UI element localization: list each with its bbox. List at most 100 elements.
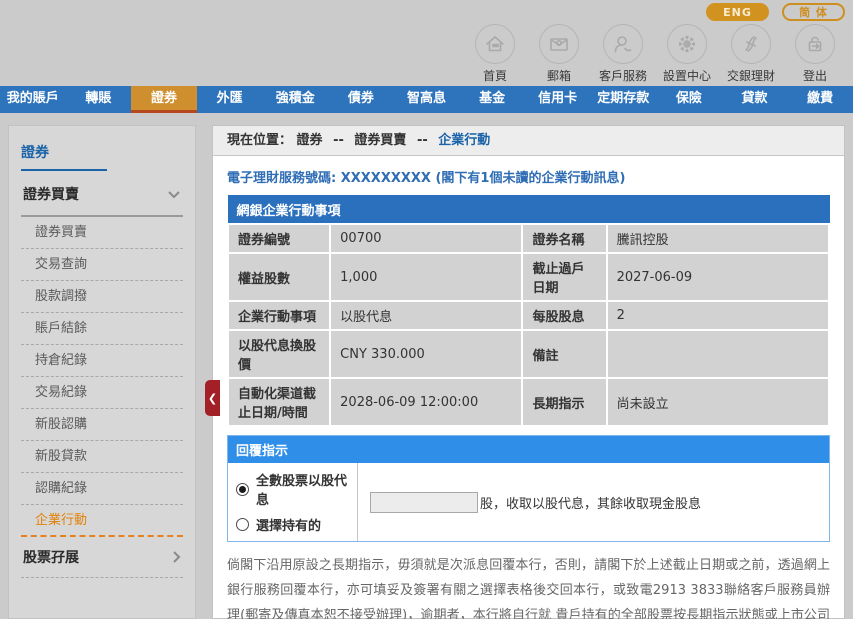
breadcrumb-separator: -- [411,133,434,148]
wealth-shortcut[interactable]: 交銀理財 [719,24,783,84]
reply-instruction-title: 回覆指示 [228,436,829,463]
dividend-per-share-value: 2 [607,301,829,330]
wealth-icon [731,24,771,64]
nav-transfer[interactable]: 轉賬 [66,86,132,113]
nav-my-accounts[interactable]: 我的賬戶 [0,86,66,113]
home-shortcut[interactable]: 首頁 [463,24,527,84]
sidebar-item-transaction-history[interactable]: 交易紀錄 [21,377,183,409]
nav-loans[interactable]: 貸款 [722,86,788,113]
lang-simplified-button[interactable]: 简 体 [782,3,845,21]
logout-label: 登出 [803,67,827,84]
table-row: 證券編號 00700 證券名稱 騰訊控股 [228,224,829,253]
sidebar: 證券 證券買賣 證券買賣 交易查詢 股款調撥 賬戶結餘 持倉紀錄 交易紀錄 新股… [8,125,196,619]
nav-forex[interactable]: 外匯 [197,86,263,113]
sidebar-title: 證券 [21,126,107,171]
sidebar-collapse-handle[interactable]: ❮ [205,380,220,416]
mailbox-label: 郵箱 [547,67,571,84]
book-close-date-label: 截止過戶日期 [522,253,606,301]
standing-instruction-value: 尚未設立 [607,378,829,426]
nav-insurance[interactable]: 保險 [656,86,722,113]
home-icon [475,24,515,64]
sidebar-item-ipo-loan[interactable]: 新股貸款 [21,441,183,473]
reply-instruction-section: 回覆指示 全數股票以股代息 選擇持有的 股，收 [227,435,830,542]
main-nav: 我的賬戶 轉賬 證券 外匯 強積金 債券 智高息 基金 信用卡 定期存款 保險 … [0,86,853,113]
mail-icon [539,24,579,64]
radio-all-scrip-dividend[interactable]: 全數股票以股代息 [236,470,351,508]
chevron-right-icon [172,550,181,564]
customer-service-label: 客戶服務 [599,67,647,84]
home-label: 首頁 [483,67,507,84]
language-switcher: ENG 简 体 [706,3,845,21]
remarks-label: 備註 [522,330,606,378]
sidebar-item-securities-trading[interactable]: 證券買賣 [21,217,183,249]
top-header: ENG 简 体 首頁 郵箱 客戶服務 設置中心 [0,0,853,86]
nav-time-deposit[interactable]: 定期存款 [590,86,656,113]
scrip-price-label: 以股代息換股價 [228,330,330,378]
entitled-shares-value: 1,000 [330,253,522,301]
instruction-notice: 倘閣下沿用原設之長期指示，毋須就是次派息回覆本行，否則，請閣下於上述截止日期或之… [227,553,830,619]
settings-shortcut[interactable]: 設置中心 [655,24,719,84]
sidebar-item-fund-transfer[interactable]: 股款調撥 [21,281,183,313]
book-close-date-value: 2027-06-09 [607,253,829,301]
standing-instruction-label: 長期指示 [522,378,606,426]
sidebar-item-account-balance[interactable]: 賬戶結餘 [21,313,183,345]
table-row: 自動化渠道截止日期/時間 2028-06-09 12:00:00 長期指示 尚未… [228,378,829,426]
chevron-down-icon [167,190,181,199]
scrip-price-value: CNY 330.000 [330,330,522,378]
sidebar-item-portfolio[interactable]: 持倉紀錄 [21,345,183,377]
remarks-value [607,330,829,378]
nav-credit-card[interactable]: 信用卡 [525,86,591,113]
radio-unselected-icon[interactable] [236,518,249,531]
breadcrumb-prefix: 現在位置： [227,133,292,148]
logout-icon [795,24,835,64]
shares-input[interactable] [370,492,478,513]
sidebar-section-label: 股票孖展 [23,547,79,567]
action-type-value: 以股代息 [330,301,522,330]
action-type-label: 企業行動事項 [228,301,330,330]
nav-funds[interactable]: 基金 [459,86,525,113]
breadcrumb-current: 企業行動 [438,133,490,148]
nav-bonds[interactable]: 債券 [328,86,394,113]
sidebar-item-corporate-action[interactable]: 企業行動 [21,505,183,537]
table-row: 權益股數 1,000 截止過戶日期 2027-06-09 [228,253,829,301]
main-area: 證券 證券買賣 證券買賣 交易查詢 股款調撥 賬戶結餘 持倉紀錄 交易紀錄 新股… [0,113,853,619]
mailbox-shortcut[interactable]: 郵箱 [527,24,591,84]
nav-smart-interest[interactable]: 智高息 [394,86,460,113]
dividend-per-share-label: 每股股息 [522,301,606,330]
radio-partial-holding[interactable]: 選擇持有的 [236,515,351,534]
stock-code-label: 證券編號 [228,224,330,253]
shares-input-suffix: 股，收取以股代息，其餘收取現金股息 [480,493,701,512]
customer-service-icon [603,24,643,64]
sidebar-item-ipo-subscription[interactable]: 新股認購 [21,409,183,441]
sidebar-section-stock-margin[interactable]: 股票孖展 [21,537,183,578]
channel-deadline-label: 自動化渠道截止日期/時間 [228,378,330,426]
reply-options: 全數股票以股代息 選擇持有的 [228,463,358,541]
nav-securities[interactable]: 證券 [131,86,197,113]
sidebar-item-subscription-records[interactable]: 認購紀錄 [21,473,183,505]
stock-code-value: 00700 [330,224,522,253]
stock-name-value: 騰訊控股 [607,224,829,253]
radio-all-scrip-label: 全數股票以股代息 [256,470,351,508]
e-banking-service-number: 電子理財服務號碼: XXXXXXXXX (閣下有1個未讀的企業行動訊息) [227,167,830,186]
content-panel: ❮ 現在位置： 證券 -- 證券買賣 -- 企業行動 電子理財服務號碼: XXX… [212,125,845,619]
sidebar-section-securities-trading[interactable]: 證券買賣 [21,171,183,217]
table-title: 網銀企業行動事項 [228,196,829,225]
nav-bill-payment[interactable]: 繳費 [787,86,853,113]
table-row: 企業行動事項 以股代息 每股股息 2 [228,301,829,330]
stock-name-label: 證券名稱 [522,224,606,253]
breadcrumb-segment: 證券 [297,133,323,148]
table-row: 以股代息換股價 CNY 330.000 備註 [228,330,829,378]
radio-partial-label: 選擇持有的 [256,515,321,534]
breadcrumb-segment: 證券買賣 [354,133,406,148]
lang-eng-button[interactable]: ENG [706,3,769,21]
sidebar-item-order-enquiry[interactable]: 交易查詢 [21,249,183,281]
corporate-action-table: 網銀企業行動事項 證券編號 00700 證券名稱 騰訊控股 權益股數 1,000… [227,195,830,427]
sidebar-list: 證券買賣 交易查詢 股款調撥 賬戶結餘 持倉紀錄 交易紀錄 新股認購 新股貸款 … [21,217,183,537]
entitled-shares-label: 權益股數 [228,253,330,301]
logout-shortcut[interactable]: 登出 [783,24,847,84]
breadcrumb-separator: -- [327,133,350,148]
customer-service-shortcut[interactable]: 客戶服務 [591,24,655,84]
quick-icons: 首頁 郵箱 客戶服務 設置中心 交銀理財 [463,24,847,84]
nav-mpf[interactable]: 強積金 [262,86,328,113]
radio-selected-icon[interactable] [236,483,249,496]
